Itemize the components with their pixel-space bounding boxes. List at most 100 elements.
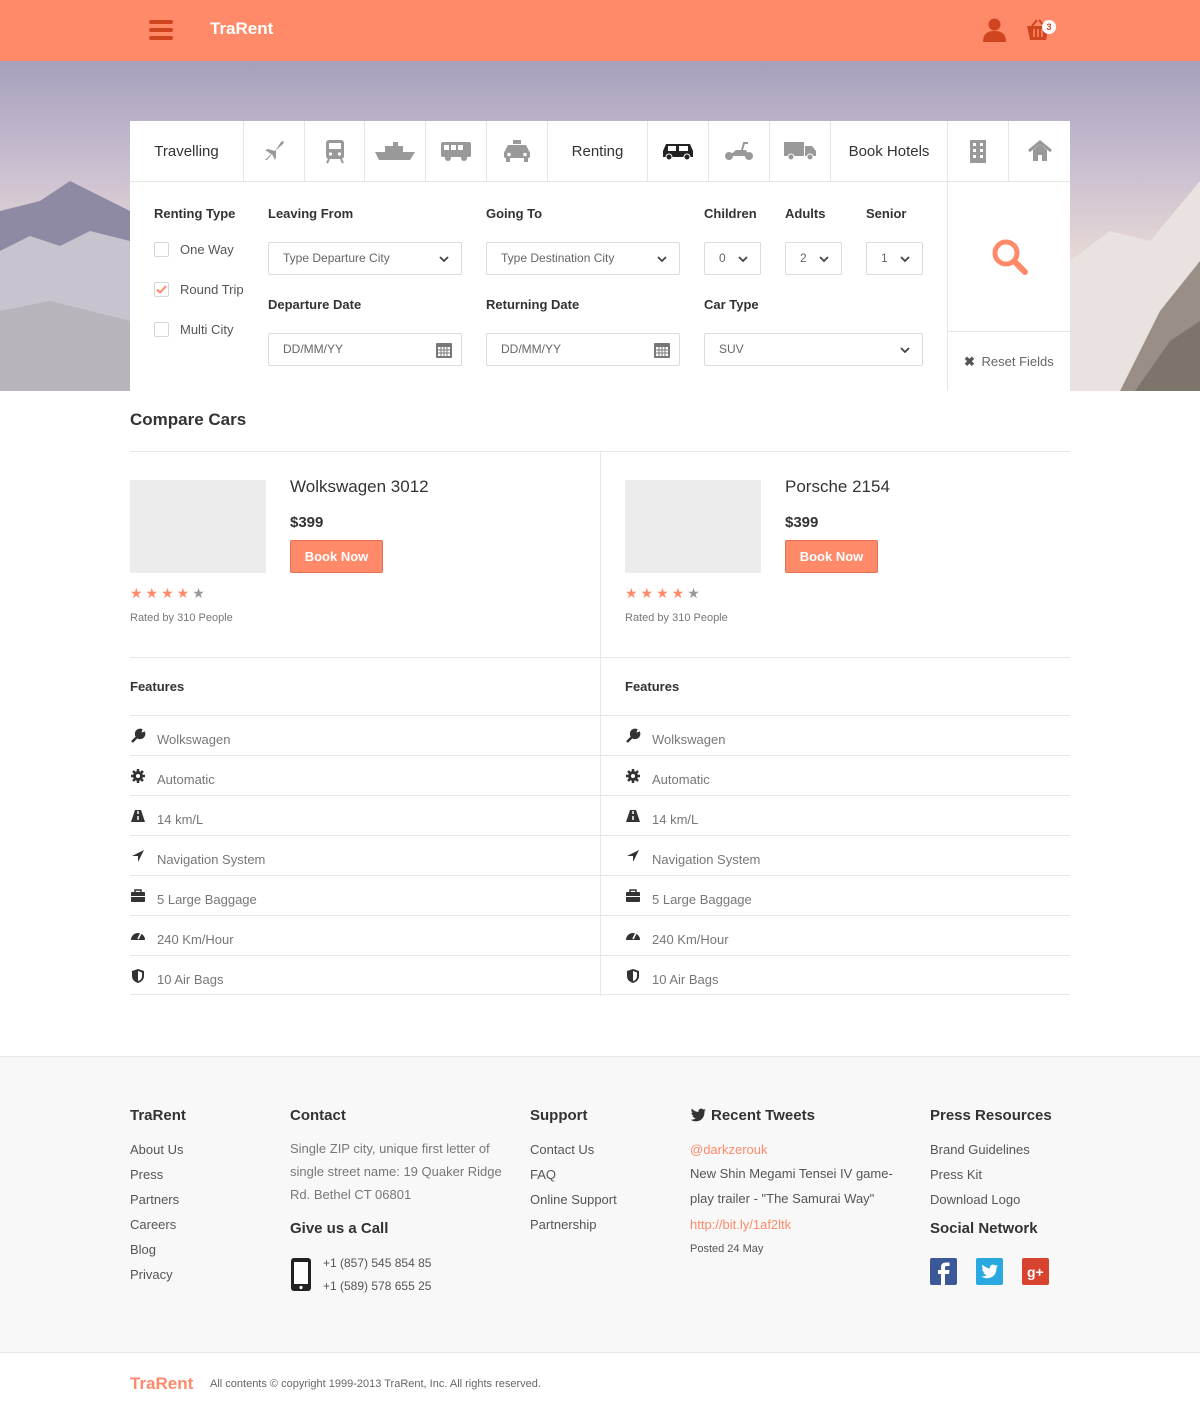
checkbox-multi-city[interactable]: [154, 322, 169, 337]
footer-link-press[interactable]: Press: [130, 1167, 163, 1182]
adults-select[interactable]: 2: [785, 242, 842, 275]
tab-hotel[interactable]: [948, 121, 1009, 181]
brand-logo[interactable]: TraRent: [210, 19, 273, 39]
senior-select[interactable]: 1: [866, 242, 923, 275]
tab-taxi[interactable]: [487, 121, 548, 181]
social-network-title: Social Network: [930, 1220, 1038, 1237]
briefcase-icon: [131, 889, 145, 902]
footer-link-about[interactable]: About Us: [130, 1142, 183, 1157]
speedometer-icon: [131, 932, 145, 940]
tweet-link[interactable]: http://bit.ly/1af2ltk: [690, 1217, 791, 1232]
tab-home[interactable]: [1009, 121, 1070, 181]
checkbox-one-way[interactable]: [154, 242, 169, 257]
feature-row: Automatic: [130, 755, 600, 795]
senior-label: Senior: [866, 206, 907, 221]
checkbox-multi-city-label[interactable]: Multi City: [180, 322, 233, 337]
tweet-text: New Shin Megami Tensei IV game-: [690, 1166, 893, 1181]
shield-icon: [132, 969, 144, 983]
phone-number[interactable]: +1 (857) 545 854 85: [323, 1252, 431, 1275]
chevron-down-icon: [900, 347, 910, 354]
reset-fields-button[interactable]: ✖ Reset Fields: [964, 354, 1054, 370]
search-button[interactable]: [948, 182, 1071, 332]
footer-link-faq[interactable]: FAQ: [530, 1167, 556, 1182]
checkbox-round-trip-label[interactable]: Round Trip: [180, 282, 244, 297]
feature-row: Wolkswagen: [130, 715, 600, 755]
features-label: Features: [130, 679, 185, 694]
truck-icon: [784, 142, 816, 161]
tab-flight[interactable]: [244, 121, 305, 181]
footer-link-careers[interactable]: Careers: [130, 1217, 176, 1232]
tab-truck[interactable]: [770, 121, 831, 181]
leaving-from-select[interactable]: Type Departure City: [268, 242, 462, 275]
footer-link-online-support[interactable]: Online Support: [530, 1192, 617, 1207]
tab-car[interactable]: [648, 121, 709, 181]
footer-link-blog[interactable]: Blog: [130, 1242, 156, 1257]
car-type-select[interactable]: SUV: [704, 333, 923, 366]
footer-link-brand-guidelines[interactable]: Brand Guidelines: [930, 1142, 1030, 1157]
train-icon: [325, 140, 344, 164]
contact-title: Contact: [290, 1107, 346, 1124]
divider: [130, 657, 1070, 658]
footer-link-partnership[interactable]: Partnership: [530, 1217, 596, 1232]
checkbox-one-way-label[interactable]: One Way: [180, 242, 234, 257]
footer-link-press-kit[interactable]: Press Kit: [930, 1167, 982, 1182]
rating-stars: ★★★★★: [130, 585, 208, 601]
twitter-icon[interactable]: [976, 1258, 1003, 1285]
contact-address-line: Single ZIP city, unique first letter of: [290, 1141, 490, 1156]
copyright-text: All contents © copyright 1999-2013 TraRe…: [210, 1378, 541, 1390]
footer-link-partners[interactable]: Partners: [130, 1192, 179, 1207]
footer-link-contact-us[interactable]: Contact Us: [530, 1142, 594, 1157]
features-label: Features: [625, 679, 680, 694]
navigation-arrow-icon: [627, 850, 639, 862]
calendar-icon[interactable]: [653, 341, 671, 359]
phone-number[interactable]: +1 (589) 578 655 25: [323, 1275, 431, 1298]
car-name: Porsche 2154: [785, 477, 890, 496]
tab-renting[interactable]: Renting: [548, 121, 648, 181]
cart-count-badge: 3: [1042, 20, 1056, 34]
tab-travelling[interactable]: Travelling: [130, 121, 244, 181]
book-now-button[interactable]: Book Now: [785, 540, 878, 573]
top-bar: TraRent 3: [0, 0, 1200, 61]
car-image: [625, 480, 761, 573]
chevron-down-icon: [819, 256, 829, 263]
book-now-button[interactable]: Book Now: [290, 540, 383, 573]
svg-text:g+: g+: [1027, 1264, 1044, 1280]
tweet-text: play trailer - "The Samurai Way": [690, 1191, 875, 1206]
checkmark-icon: [156, 285, 167, 294]
going-to-select[interactable]: Type Destination City: [486, 242, 680, 275]
bottom-brand-logo[interactable]: TraRent: [130, 1374, 193, 1394]
home-icon: [1027, 140, 1052, 161]
car-icon: [663, 144, 693, 161]
wrench-icon: [131, 728, 146, 743]
user-icon[interactable]: [982, 17, 1007, 42]
category-tabs: Travelling Renting Book Hotels: [130, 121, 1070, 182]
contact-address-line: single street name: 19 Quaker Ridge: [290, 1164, 502, 1179]
chevron-down-icon: [900, 256, 910, 263]
footer-link-privacy[interactable]: Privacy: [130, 1267, 173, 1282]
navigation-arrow-icon: [132, 850, 144, 862]
feature-row: Navigation System: [130, 835, 600, 875]
checkbox-round-trip[interactable]: [154, 282, 169, 297]
tab-ship[interactable]: [365, 121, 426, 181]
departure-date-input[interactable]: DD/MM/YY: [268, 333, 462, 366]
returning-date-input[interactable]: DD/MM/YY: [486, 333, 680, 366]
children-select[interactable]: 0: [704, 242, 761, 275]
tab-train[interactable]: [305, 121, 365, 181]
twitter-bird-icon: [690, 1108, 706, 1122]
search-panel: Travelling Renting Book Hotels Renting T…: [130, 121, 1071, 391]
leaving-from-label: Leaving From: [268, 206, 354, 221]
footer: TraRent About Us Press Partners Careers …: [0, 1056, 1200, 1352]
tab-bus[interactable]: [426, 121, 487, 181]
calendar-icon[interactable]: [435, 341, 453, 359]
google-plus-icon[interactable]: g+: [1022, 1258, 1049, 1285]
tweet-handle-link[interactable]: @darkzerouk: [690, 1142, 768, 1157]
footer-link-download-logo[interactable]: Download Logo: [930, 1192, 1020, 1207]
scooter-icon: [725, 142, 753, 160]
departure-date-label: Departure Date: [268, 297, 362, 312]
tab-book-hotels[interactable]: Book Hotels: [831, 121, 948, 181]
tab-scooter[interactable]: [709, 121, 770, 181]
car-price: $399: [785, 514, 819, 531]
renting-type-label: Renting Type: [154, 206, 236, 221]
menu-icon[interactable]: [149, 20, 173, 41]
facebook-icon[interactable]: [930, 1258, 957, 1285]
